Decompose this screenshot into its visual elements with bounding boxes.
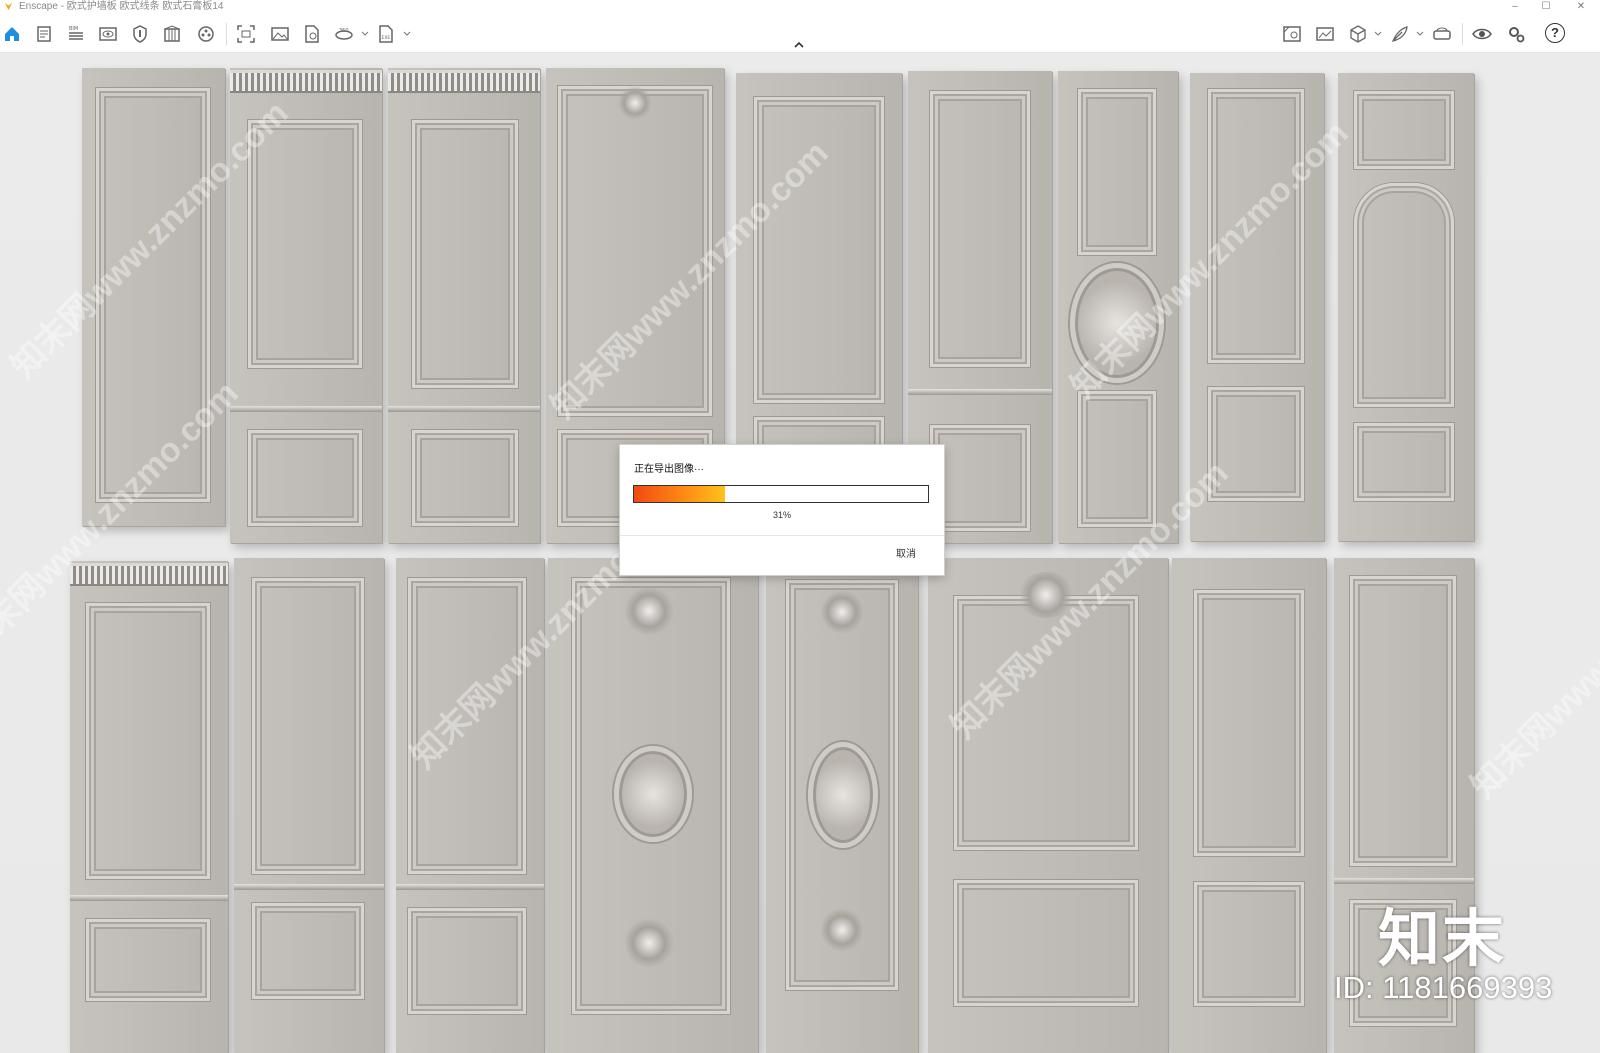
svg-text:360: 360 — [339, 28, 349, 34]
chair-rail — [388, 406, 540, 412]
progress-bar — [633, 485, 929, 503]
chair-rail — [396, 884, 544, 890]
panel-molding — [252, 903, 364, 999]
cancel-button[interactable]: 取消 — [882, 545, 930, 565]
settings-icon[interactable] — [1506, 24, 1526, 44]
panel-molding — [248, 120, 362, 368]
panel-molding — [252, 578, 364, 874]
library-icon[interactable] — [162, 24, 182, 44]
panel-molding — [86, 919, 210, 1001]
export-progress-dialog: 正在导出图像··· 31% 取消 — [620, 445, 944, 575]
wall-panel — [548, 558, 758, 1053]
panel-molding — [412, 430, 518, 526]
panel-molding — [754, 97, 884, 403]
home-icon[interactable] — [2, 24, 22, 44]
screenshot-icon[interactable] — [236, 24, 256, 44]
dialog-divider — [620, 535, 944, 536]
bim-icon[interactable]: BIM — [66, 24, 86, 44]
chair-rail — [1334, 878, 1474, 884]
toolbar-separator — [226, 23, 227, 45]
export-icon[interactable]: EXE — [376, 24, 396, 44]
chair-rail — [230, 406, 382, 412]
wall-panel — [766, 558, 918, 1053]
panel-molding — [86, 603, 210, 879]
render-file-icon[interactable] — [302, 24, 322, 44]
dialog-title: 正在导出图像··· — [634, 464, 704, 475]
file-icon[interactable] — [34, 24, 54, 44]
panel-molding — [1194, 590, 1304, 856]
chevron-down-icon[interactable] — [1416, 30, 1424, 38]
panel-molding — [954, 880, 1138, 1006]
chair-rail — [234, 884, 384, 890]
dentil-cornice — [70, 563, 228, 586]
ornament — [618, 86, 652, 120]
chevron-down-icon[interactable] — [403, 30, 411, 38]
chair-rail — [70, 895, 228, 901]
panel-molding — [1078, 89, 1156, 255]
chevron-down-icon[interactable] — [361, 30, 369, 38]
panel-molding — [1354, 91, 1454, 169]
wall-panel — [1172, 558, 1326, 1053]
panel-molding — [1350, 576, 1456, 866]
wall-panel — [1338, 73, 1474, 541]
view-icon[interactable] — [98, 24, 118, 44]
panel-molding — [930, 425, 1030, 531]
ornament — [624, 918, 674, 968]
svg-text:EXE: EXE — [382, 35, 391, 41]
views-icon[interactable] — [1282, 24, 1302, 44]
shield-icon[interactable] — [130, 24, 150, 44]
panorama-icon[interactable]: 360 — [334, 24, 354, 44]
wall-panel — [234, 558, 384, 1053]
watermark-id: ID: 1181669393 — [1334, 970, 1553, 1005]
panel-molding — [930, 91, 1030, 367]
ornament — [820, 908, 864, 952]
toolbar-separator — [1462, 23, 1463, 45]
watermark-logo: 知末 — [1378, 905, 1507, 974]
maximize-button[interactable]: ☐ — [1531, 0, 1561, 14]
vr-headset-icon[interactable] — [1432, 24, 1452, 44]
svg-text:BIM: BIM — [69, 26, 78, 32]
title-bar: Enscape - 欧式护墙板 欧式线条 欧式石膏板14 – ☐ ✕ — [0, 0, 1600, 14]
ornament — [820, 590, 864, 634]
minimize-button[interactable]: – — [1500, 0, 1530, 14]
wall-panel — [70, 561, 228, 1053]
image-export-icon[interactable] — [1315, 24, 1335, 44]
wall-panel — [388, 68, 540, 543]
panel-molding — [412, 120, 518, 388]
cube-icon[interactable] — [1348, 24, 1368, 44]
progress-percent: 31% — [772, 510, 791, 520]
chevron-down-icon[interactable] — [1374, 30, 1382, 38]
ornament — [624, 586, 674, 636]
watermark: 知末网www.znzmo.com — [1463, 514, 1600, 806]
enscape-logo-icon — [4, 2, 13, 11]
progress-fill — [634, 486, 726, 502]
chair-rail — [908, 389, 1052, 395]
feather-icon[interactable] — [1390, 24, 1410, 44]
dentil-cornice — [230, 70, 382, 93]
collapse-toolbar-icon[interactable] — [792, 40, 806, 50]
medallion — [614, 746, 692, 842]
help-glyph: ? — [1545, 23, 1565, 43]
window-title: Enscape - 欧式护墙板 欧式线条 欧式石膏板14 — [19, 1, 224, 12]
panel-molding — [1354, 423, 1454, 501]
panel-molding — [1354, 183, 1454, 407]
panel-molding — [248, 430, 362, 526]
eye-icon[interactable] — [1472, 24, 1492, 44]
help-icon[interactable]: ? — [1545, 23, 1567, 45]
dentil-cornice — [388, 70, 540, 93]
close-button[interactable]: ✕ — [1566, 0, 1596, 14]
panel-molding — [1194, 882, 1304, 1006]
panel-molding — [408, 908, 526, 1014]
materials-icon[interactable] — [196, 24, 216, 44]
image-icon[interactable] — [270, 24, 290, 44]
medallion — [808, 742, 878, 848]
